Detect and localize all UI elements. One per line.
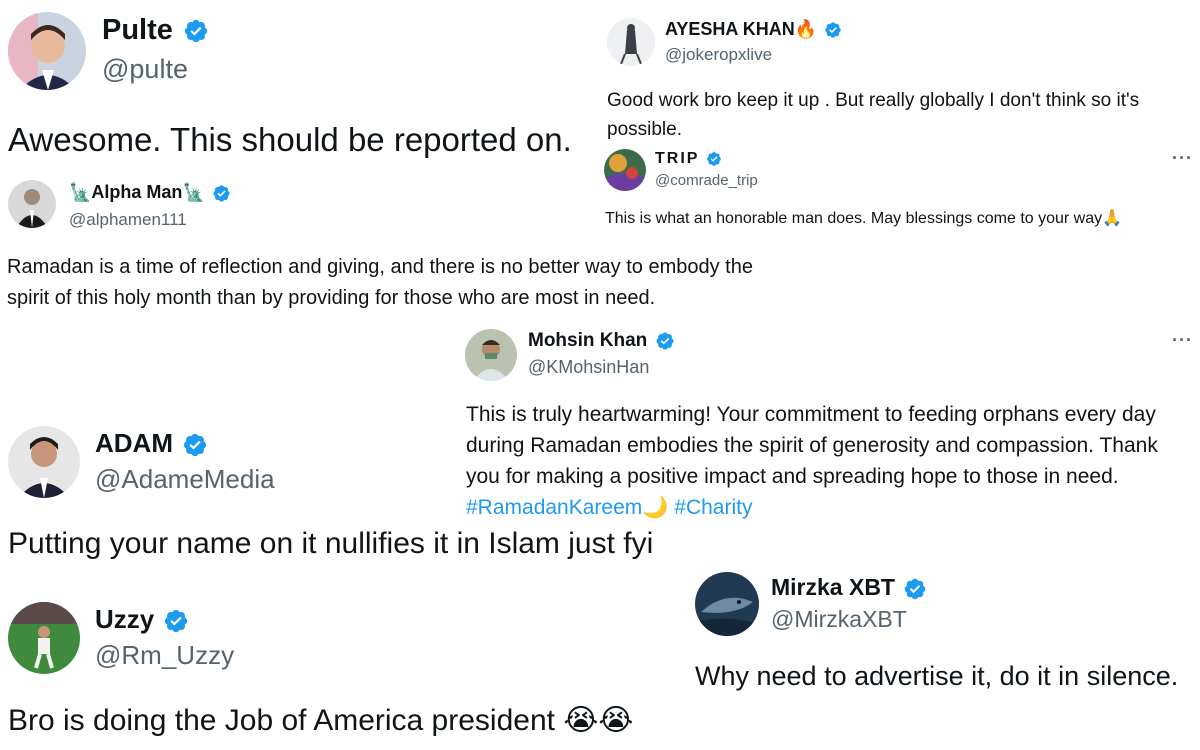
avatar[interactable] <box>8 426 80 498</box>
handle[interactable]: @comrade_trip <box>655 172 758 189</box>
verified-badge-icon <box>824 21 842 39</box>
handle[interactable]: @jokeropxlive <box>665 45 772 65</box>
tweet-text: Putting your name on it nullifies it in … <box>8 527 654 560</box>
more-options-icon[interactable]: ··· <box>1172 330 1193 351</box>
display-name[interactable]: AYESHA KHAN🔥 <box>665 19 842 40</box>
tweet-text: Ramadan is a time of reflection and givi… <box>7 256 753 309</box>
verified-badge-icon <box>182 432 208 458</box>
tweet-text: Awesome. This should be reported on. <box>8 121 572 158</box>
hashtag-link[interactable]: #Charity <box>674 496 752 519</box>
handle[interactable]: @KMohsinHan <box>528 357 649 378</box>
display-name[interactable]: Uzzy <box>95 604 189 635</box>
handle[interactable]: @alphamen111 <box>69 210 187 230</box>
tweet-text: Good work bro keep it up . But really gl… <box>607 90 1140 140</box>
avatar[interactable] <box>695 572 759 636</box>
avatar[interactable] <box>8 12 86 90</box>
statue-of-liberty-emoji-icon: 🗽 <box>69 182 92 202</box>
verified-badge-icon <box>163 608 189 634</box>
avatar[interactable] <box>607 18 655 66</box>
avatar[interactable] <box>465 329 517 381</box>
praying-hands-emoji-icon: 🙏 <box>1102 210 1123 227</box>
display-name[interactable]: TRIP <box>655 150 722 168</box>
statue-of-liberty-emoji-icon: 🗽 <box>182 182 205 202</box>
avatar[interactable] <box>8 602 80 674</box>
display-name[interactable]: Mohsin Khan <box>528 330 675 352</box>
crying-face-emoji-icon: 😭😭 <box>563 704 634 737</box>
fire-emoji-icon: 🔥 <box>794 19 818 39</box>
display-name[interactable]: 🗽Alpha Man🗽 <box>69 182 231 203</box>
hashtag-link[interactable]: #RamadanKareem <box>466 496 642 519</box>
verified-badge-icon <box>212 184 231 203</box>
handle[interactable]: @pulte <box>102 54 188 85</box>
display-name[interactable]: ADAM <box>95 428 208 459</box>
tweet-text: This is truly heartwarming! Your commitm… <box>466 403 1158 519</box>
handle[interactable]: @MirzkaXBT <box>771 606 907 633</box>
tweet-text: This is what an honorable man does. May … <box>605 210 1123 227</box>
tweet-text: Why need to advertise it, do it in silen… <box>695 661 1179 691</box>
tweet-text: Bro is doing the Job of America presiden… <box>8 704 634 737</box>
handle[interactable]: @Rm_Uzzy <box>95 640 234 671</box>
verified-badge-icon <box>706 151 722 167</box>
display-name[interactable]: Mirzka XBT <box>771 574 927 601</box>
more-options-icon[interactable]: ··· <box>1172 148 1193 169</box>
avatar[interactable] <box>8 180 56 228</box>
avatar[interactable] <box>604 149 646 191</box>
verified-badge-icon <box>903 577 927 601</box>
display-name[interactable]: Pulte <box>102 14 209 47</box>
verified-badge-icon <box>183 18 209 44</box>
crescent-moon-emoji-icon: 🌙 <box>642 496 669 519</box>
verified-badge-icon <box>655 331 675 351</box>
handle[interactable]: @AdameMedia <box>95 464 275 495</box>
